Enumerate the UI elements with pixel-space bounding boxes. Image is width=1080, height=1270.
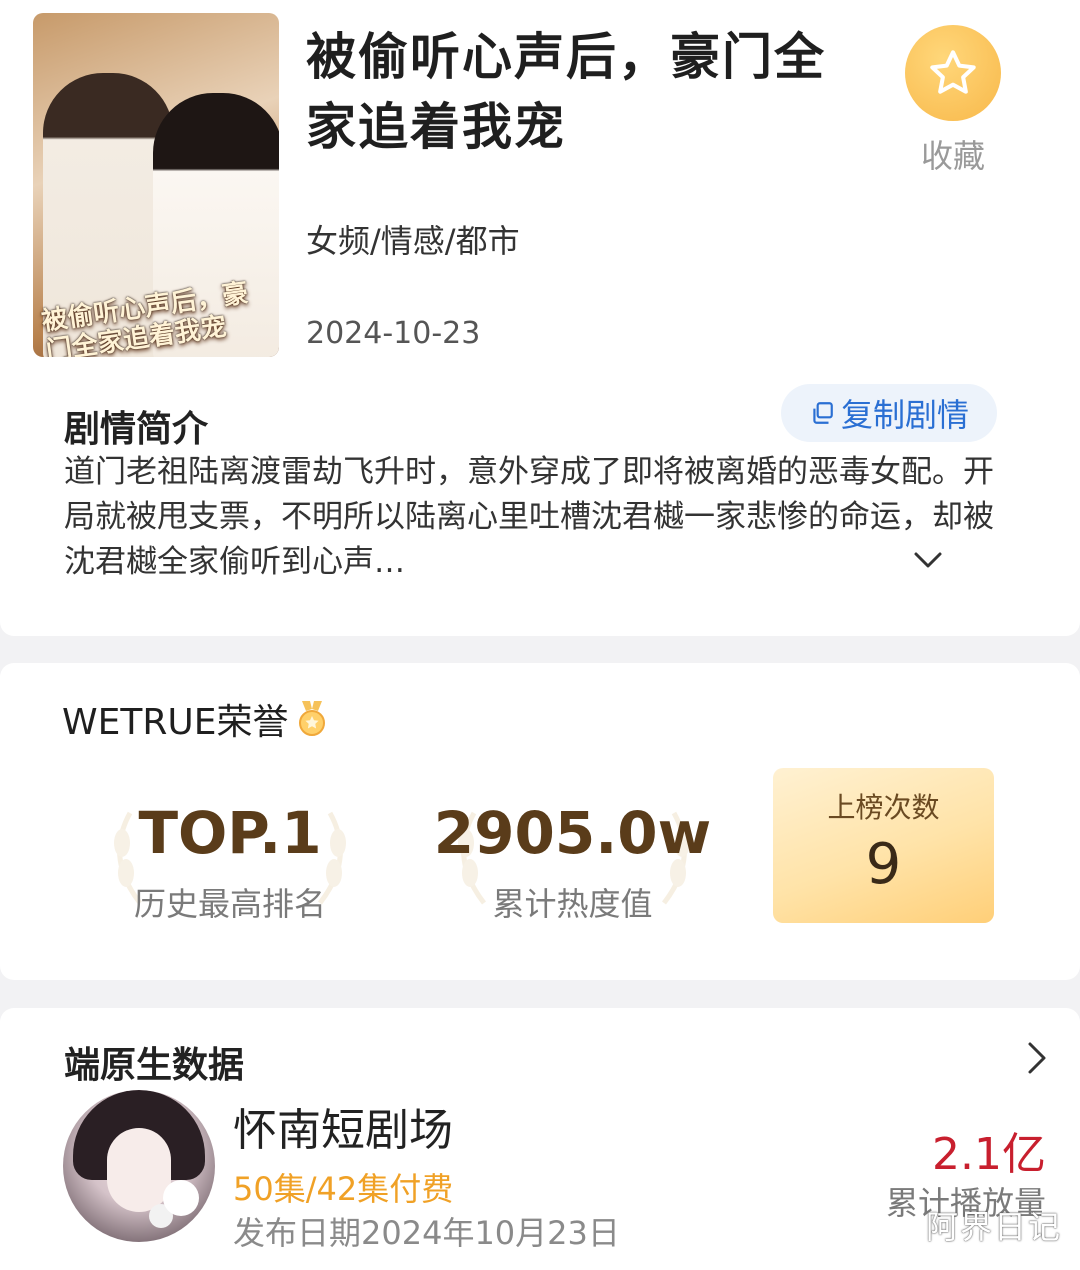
heat-value: 2905.0w — [433, 799, 712, 867]
chart-count-label: 上榜次数 — [827, 791, 940, 824]
top-rank-stat: TOP.1 历史最高排名 — [110, 793, 350, 925]
publish-date: 发布日期2024年10月23日 — [233, 1214, 620, 1252]
chevron-down-icon[interactable] — [912, 548, 944, 572]
favorite-label: 收藏 — [920, 137, 985, 175]
drama-info-card: 被偷听心声后，豪门全家追着我宠 被偷听心声后，豪门全家追着我宠 收藏 女频/情感… — [0, 0, 1080, 636]
chevron-right-icon[interactable] — [1026, 1040, 1048, 1076]
release-date: 2024-10-23 — [306, 316, 481, 351]
top-rank-value: TOP.1 — [138, 799, 322, 867]
native-data-card[interactable]: 端原生数据 怀南短剧场 50集/42集付费 发布日期2024年10月23日 2.… — [0, 1008, 1080, 1270]
honor-card: WETRUE荣誉 TOP.1 历史最高排名 2905.0w 累计热度值 上榜次数… — [0, 663, 1080, 980]
total-plays-value: 2.1亿 — [932, 1129, 1046, 1180]
copy-synopsis-label: 复制剧情 — [840, 396, 969, 434]
honor-heading: WETRUE荣誉 — [62, 693, 330, 745]
native-data-heading: 端原生数据 — [64, 1045, 245, 1086]
drama-poster[interactable]: 被偷听心声后，豪门全家追着我宠 — [33, 13, 279, 357]
chart-count-value: 9 — [865, 832, 902, 897]
synopsis-heading: 剧情简介 — [64, 409, 209, 450]
channel-name[interactable]: 怀南短剧场 — [233, 1094, 453, 1158]
genre-tags: 女频/情感/都市 — [306, 222, 520, 260]
copy-icon — [813, 402, 833, 424]
avatar-face — [107, 1128, 171, 1212]
top-rank-label: 历史最高排名 — [133, 885, 326, 923]
synopsis-text: 道门老祖陆离渡雷劫飞升时，意外穿成了即将被离婚的恶毒女配。开局就被甩支票，不明所… — [64, 454, 994, 580]
drama-title: 被偷听心声后，豪门全家追着我宠 — [306, 28, 826, 156]
avatar-flower — [163, 1180, 199, 1216]
favorite-circle — [905, 25, 1001, 121]
channel-avatar[interactable] — [63, 1090, 215, 1242]
copy-synopsis-button[interactable]: 复制剧情 — [781, 384, 997, 442]
medal-icon — [299, 701, 326, 736]
star-icon — [930, 50, 976, 94]
heat-stat: 2905.0w 累计热度值 — [430, 793, 715, 925]
favorite-button[interactable]: 收藏 — [905, 25, 1001, 175]
heat-label: 累计热度值 — [492, 885, 653, 923]
watermark: 阿界日记 — [925, 1208, 1062, 1246]
chart-count-box: 上榜次数 9 — [773, 768, 994, 923]
honor-title: WETRUE荣誉 — [62, 702, 289, 743]
episode-count: 50集/42集付费 — [233, 1170, 454, 1208]
